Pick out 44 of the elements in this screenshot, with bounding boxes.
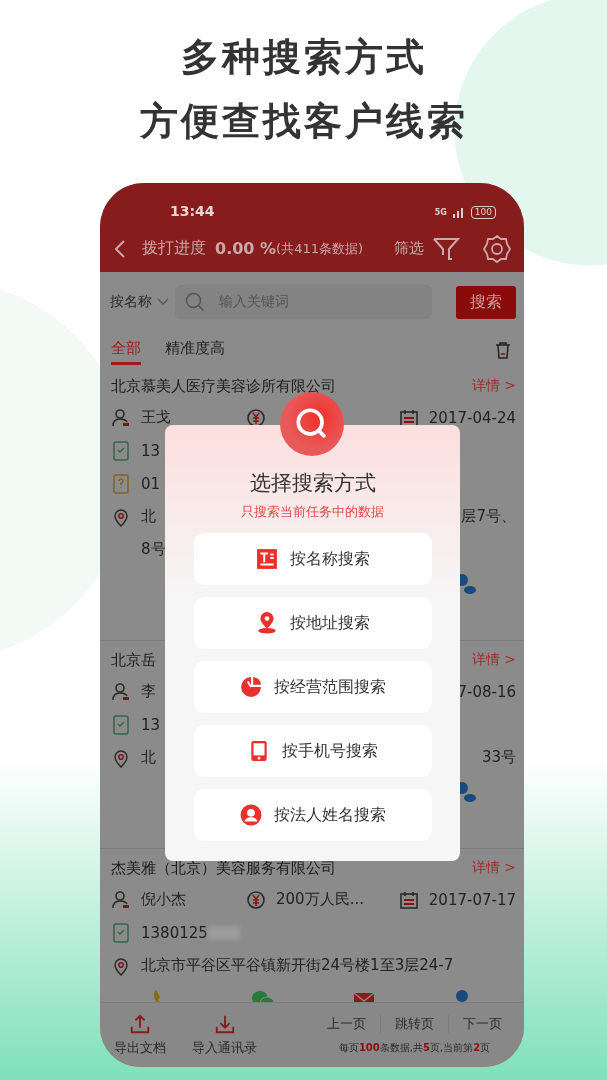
search-option[interactable]: 按名称搜索	[193, 533, 432, 585]
page-title: 拨打进度	[142, 238, 206, 259]
info-text: 13	[141, 441, 161, 460]
info-text: 2017-07-17	[428, 890, 516, 909]
filter-link[interactable]: 筛选	[394, 239, 424, 258]
search-option[interactable]: 按地址搜索	[193, 597, 432, 649]
search-option[interactable]: 按经营范围搜索	[193, 661, 432, 713]
info-text: 1380125	[141, 923, 208, 942]
company-name[interactable]: 北京岳	[111, 650, 156, 670]
headline: 方便查找客户线索	[139, 98, 468, 144]
info-text: 李	[141, 682, 156, 701]
battery-level: 100	[470, 206, 496, 219]
info-text: 层7号、	[461, 507, 516, 526]
info-text: 北京市平谷区平谷镇新开街24号楼1至3层24-7	[141, 956, 454, 975]
info-text: 2017-04-24	[428, 408, 516, 427]
company-name[interactable]: 北京慕美人医疗美容诊所有限公司	[111, 376, 336, 396]
network-label: 5G	[434, 208, 447, 217]
progress-value: 0.00 %	[215, 239, 277, 258]
toolbar-button[interactable]: 导出文档	[114, 1013, 166, 1057]
info-text: 200万人民...	[276, 890, 364, 909]
info-text: 01	[141, 474, 161, 493]
toolbar-button[interactable]: 导入通讯录	[192, 1013, 257, 1057]
info-text: 北	[141, 748, 156, 767]
search-mode-dropdown[interactable]: 按名称	[110, 293, 169, 311]
dialog-title: 选择搜索方式	[249, 470, 376, 497]
filter-tab[interactable]: 全部	[111, 334, 141, 365]
status-time: 13:44	[170, 203, 215, 219]
filter-tab[interactable]: 精准度高	[165, 334, 225, 365]
info-text: 7-08-16	[457, 682, 516, 701]
info-text: 33号	[481, 748, 516, 767]
search-button[interactable]: 搜索	[456, 285, 516, 319]
search-option[interactable]: 按法人姓名搜索	[193, 789, 432, 841]
search-option[interactable]: 按手机号搜索	[193, 725, 432, 777]
headline: 多种搜索方式	[180, 34, 427, 80]
company-name[interactable]: 杰美雅（北京）美容服务有限公司	[111, 858, 336, 878]
info-text: 倪小杰	[141, 890, 186, 909]
record-count: (共411条数据)	[276, 239, 364, 258]
info-text: 王戈	[141, 408, 171, 427]
page-info: 每页100条数据,共5页,当前第2页	[338, 1041, 491, 1055]
pager-button[interactable]: 跳转页	[380, 1015, 448, 1033]
info-text: 13	[141, 715, 161, 734]
info-text: 8号	[141, 540, 166, 559]
info-text: 北	[141, 507, 156, 526]
dialog-subtitle: 只搜索当前任务中的数据	[241, 503, 384, 521]
